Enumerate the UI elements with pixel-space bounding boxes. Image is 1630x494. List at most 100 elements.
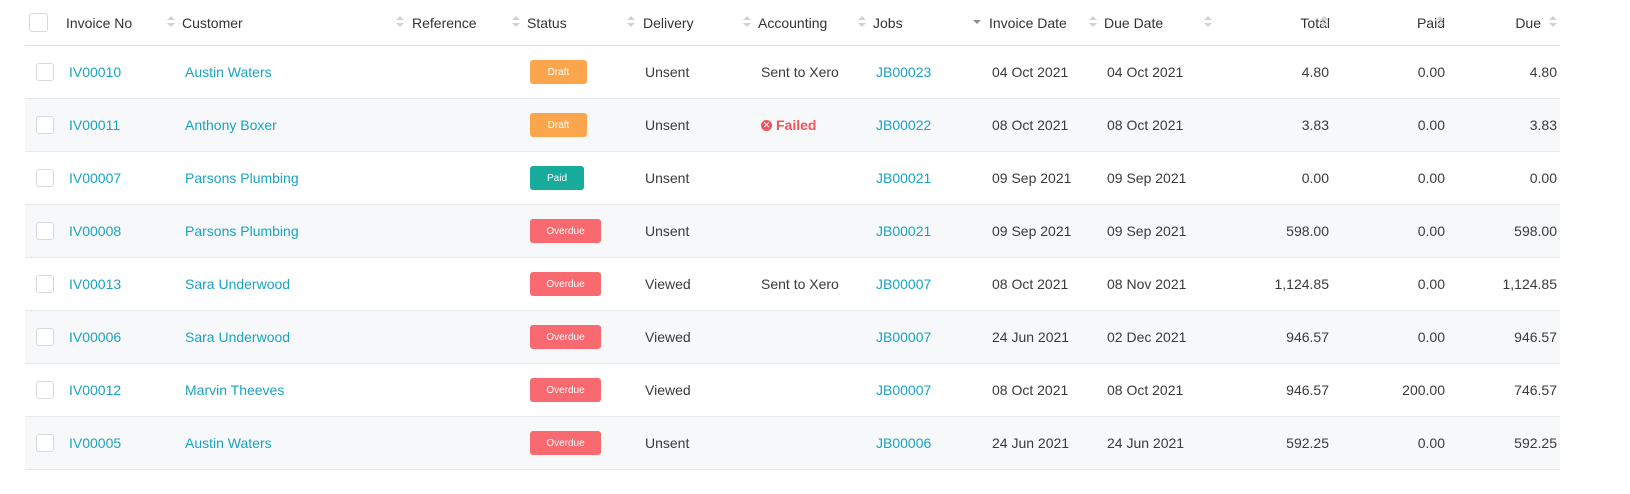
row-select-cell bbox=[36, 364, 54, 416]
invoice-date-cell: 24 Jun 2021 bbox=[992, 435, 1070, 451]
column-header-invoice-date[interactable]: Invoice Date bbox=[989, 0, 1067, 45]
delivery-cell: Unsent bbox=[645, 435, 690, 451]
due-cell: 3.83 bbox=[1529, 117, 1557, 133]
column-header-due-date[interactable]: Due Date bbox=[1104, 0, 1163, 45]
invoice-date-cell: 09 Sep 2021 bbox=[992, 170, 1072, 186]
paid-cell: 200.00 bbox=[1402, 382, 1445, 398]
column-header-delivery[interactable]: Delivery bbox=[643, 0, 694, 45]
row-select-cell bbox=[36, 311, 54, 363]
customer-link[interactable]: Austin Waters bbox=[185, 46, 272, 98]
row-select-cell bbox=[36, 152, 54, 204]
table-row[interactable]: IV00013 Sara Underwood Overdue Viewed Se… bbox=[25, 258, 1560, 311]
customer-link[interactable]: Parsons Plumbing bbox=[185, 205, 299, 257]
row-checkbox[interactable] bbox=[36, 63, 54, 81]
column-header-accounting[interactable]: Accounting bbox=[758, 0, 827, 45]
column-header-due[interactable]: Due bbox=[1451, 0, 1541, 45]
status-cell: Overdue bbox=[530, 417, 601, 469]
job-link[interactable]: JB00007 bbox=[876, 258, 931, 310]
job-link[interactable]: JB00021 bbox=[876, 152, 931, 204]
job-link[interactable]: JB00007 bbox=[876, 311, 931, 363]
invoice-date-cell: 08 Oct 2021 bbox=[992, 382, 1069, 398]
invoice-date-cell: 04 Oct 2021 bbox=[992, 64, 1069, 80]
invoice-no-link[interactable]: IV00013 bbox=[69, 258, 121, 310]
sort-status-icon[interactable] bbox=[627, 15, 635, 29]
sort-reference-icon[interactable] bbox=[512, 15, 520, 29]
sort-due-date-icon[interactable] bbox=[1204, 15, 1212, 29]
sort-jobs-icon[interactable] bbox=[973, 15, 981, 29]
customer-link[interactable]: Austin Waters bbox=[185, 417, 272, 469]
delivery-cell: Unsent bbox=[645, 170, 690, 186]
column-header-status[interactable]: Status bbox=[527, 0, 567, 45]
invoice-no-link[interactable]: IV00010 bbox=[69, 46, 121, 98]
invoice-no-link[interactable]: IV00011 bbox=[69, 99, 120, 151]
customer-link[interactable]: Sara Underwood bbox=[185, 311, 290, 363]
status-badge: Overdue bbox=[530, 272, 601, 296]
due-cell: 746.57 bbox=[1514, 382, 1557, 398]
delivery-cell: Unsent bbox=[645, 223, 690, 239]
invoice-no-link[interactable]: IV00007 bbox=[69, 152, 121, 204]
due-cell: 598.00 bbox=[1514, 223, 1557, 239]
job-link[interactable]: JB00022 bbox=[876, 99, 931, 151]
sort-invoice-no-icon[interactable] bbox=[167, 15, 175, 29]
sort-paid-icon[interactable] bbox=[1436, 15, 1444, 29]
delivery-cell: Viewed bbox=[645, 276, 691, 292]
due-date-cell: 08 Oct 2021 bbox=[1107, 382, 1184, 398]
invoice-no-link[interactable]: IV00008 bbox=[69, 205, 121, 257]
table-row[interactable]: IV00010 Austin Waters Draft Unsent Sent … bbox=[25, 46, 1560, 99]
status-badge: Draft bbox=[530, 60, 587, 84]
table-row[interactable]: IV00008 Parsons Plumbing Overdue Unsent … bbox=[25, 205, 1560, 258]
job-link[interactable]: JB00007 bbox=[876, 364, 931, 416]
sort-total-icon[interactable] bbox=[1320, 15, 1328, 29]
table-row[interactable]: IV00011 Anthony Boxer Draft Unsent ✕ Fail… bbox=[25, 99, 1560, 152]
invoice-no-link[interactable]: IV00012 bbox=[69, 364, 121, 416]
sort-customer-icon[interactable] bbox=[396, 15, 404, 29]
sort-invoice-date-icon[interactable] bbox=[1089, 15, 1097, 29]
invoice-no-link[interactable]: IV00005 bbox=[69, 417, 121, 469]
column-header-jobs[interactable]: Jobs bbox=[873, 0, 903, 45]
status-cell: Overdue bbox=[530, 205, 601, 257]
accounting-cell: Sent to Xero bbox=[761, 46, 839, 98]
select-all-checkbox[interactable] bbox=[29, 13, 48, 32]
column-header-customer[interactable]: Customer bbox=[182, 0, 243, 45]
invoice-date-cell: 09 Sep 2021 bbox=[992, 223, 1072, 239]
due-date-cell: 08 Nov 2021 bbox=[1107, 276, 1187, 292]
customer-link[interactable]: Parsons Plumbing bbox=[185, 152, 299, 204]
paid-cell: 0.00 bbox=[1417, 435, 1445, 451]
paid-cell: 0.00 bbox=[1417, 276, 1445, 292]
invoice-no-link[interactable]: IV00006 bbox=[69, 311, 121, 363]
row-checkbox[interactable] bbox=[36, 328, 54, 346]
row-checkbox[interactable] bbox=[36, 169, 54, 187]
column-header-total[interactable]: Total bbox=[1220, 0, 1330, 45]
table-row[interactable]: IV00005 Austin Waters Overdue Unsent JB0… bbox=[25, 417, 1560, 470]
sort-accounting-icon[interactable] bbox=[858, 15, 866, 29]
job-link[interactable]: JB00021 bbox=[876, 205, 931, 257]
table-row[interactable]: IV00012 Marvin Theeves Overdue Viewed JB… bbox=[25, 364, 1560, 417]
row-checkbox[interactable] bbox=[36, 434, 54, 452]
column-header-paid[interactable]: Paid bbox=[1335, 0, 1445, 45]
row-checkbox[interactable] bbox=[36, 116, 54, 134]
job-link[interactable]: JB00006 bbox=[876, 417, 931, 469]
customer-link[interactable]: Anthony Boxer bbox=[185, 99, 277, 151]
job-link[interactable]: JB00023 bbox=[876, 46, 931, 98]
due-cell: 1,124.85 bbox=[1502, 276, 1558, 292]
paid-cell: 0.00 bbox=[1417, 117, 1445, 133]
row-checkbox[interactable] bbox=[36, 222, 54, 240]
invoice-date-cell: 08 Oct 2021 bbox=[992, 276, 1069, 292]
column-header-invoice-no[interactable]: Invoice No bbox=[66, 0, 132, 45]
delivery-cell: Viewed bbox=[645, 329, 691, 345]
customer-link[interactable]: Marvin Theeves bbox=[185, 364, 284, 416]
sort-due-icon[interactable] bbox=[1549, 15, 1557, 29]
column-header-reference[interactable]: Reference bbox=[412, 0, 477, 45]
total-cell: 946.57 bbox=[1286, 329, 1329, 345]
row-checkbox[interactable] bbox=[36, 275, 54, 293]
row-select-cell bbox=[36, 417, 54, 469]
status-badge: Overdue bbox=[530, 431, 601, 455]
sort-delivery-icon[interactable] bbox=[743, 15, 751, 29]
table-row[interactable]: IV00006 Sara Underwood Overdue Viewed JB… bbox=[25, 311, 1560, 364]
customer-link[interactable]: Sara Underwood bbox=[185, 258, 290, 310]
accounting-cell: Sent to Xero bbox=[761, 258, 839, 310]
table-row[interactable]: IV00007 Parsons Plumbing Paid Unsent JB0… bbox=[25, 152, 1560, 205]
delivery-cell: Unsent bbox=[645, 64, 690, 80]
row-checkbox[interactable] bbox=[36, 381, 54, 399]
due-cell: 592.25 bbox=[1514, 435, 1557, 451]
